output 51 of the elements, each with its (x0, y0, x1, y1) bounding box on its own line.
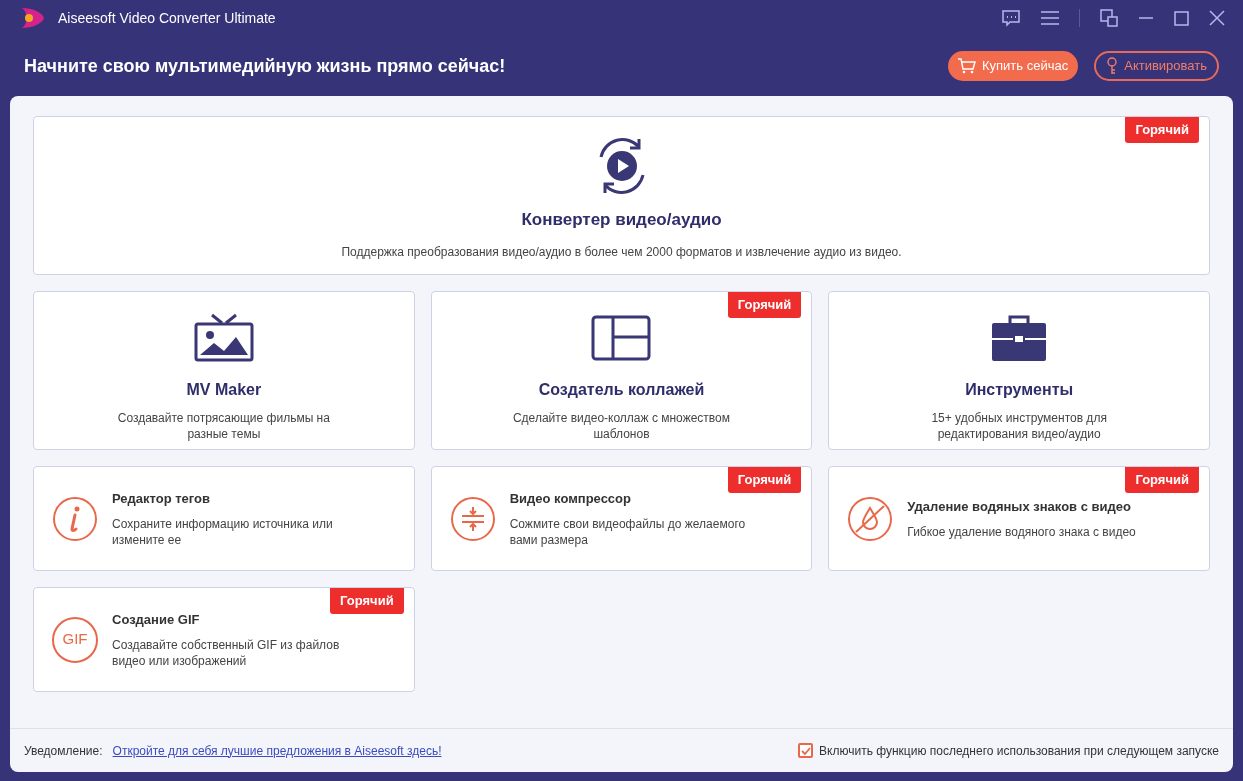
hot-badge: Горячий (727, 292, 802, 318)
toolbox-icon (990, 313, 1049, 363)
chat-icon[interactable] (1001, 9, 1021, 27)
maximize-icon[interactable] (1174, 10, 1189, 26)
card-description: Гибкое удаление водяного знака с видео (907, 524, 1137, 541)
tool-card[interactable]: Горячий Видео компрессор Сожмите свои видеофайлы до желаемого вами размера (430, 466, 813, 571)
hot-badge: Горячий (727, 467, 802, 493)
converter-card[interactable]: Горячий Конвертер видео/аудио Поддержка преобразования видео/аудио в более чем 2000 форматов и извлечение аудио из видео. (33, 116, 1210, 275)
window-title: Aiseesoft Video Converter Ultimate (58, 8, 276, 28)
cart-icon (958, 58, 976, 74)
tool-card[interactable]: Редактор тегов Сохраните информацию источника или измените ее (33, 466, 415, 571)
offers-link[interactable]: Откройте для себя лучшие предложения в Aiseesoft здесь! (112, 741, 442, 760)
tv-picture-icon (193, 313, 254, 363)
close-icon[interactable] (1209, 10, 1225, 26)
card-title: Создание GIF (112, 610, 201, 629)
hot-badge: Горячий (330, 588, 404, 614)
slogan-heading: Начните свою мультимедийную жизнь прямо сейчас! (24, 54, 506, 78)
card-description: Поддержка преобразования видео/аудио в более чем 2000 форматов и извлечение аудио из видео. (341, 243, 902, 261)
card-title: Конвертер видео/аудио (521, 209, 722, 231)
feature-card[interactable]: Горячий Создатель коллажей Сделайте видео-коллаж с множеством шаблонов (430, 291, 813, 450)
hot-badge: Горячий (1125, 467, 1199, 493)
notice-label: Уведомление: (24, 742, 103, 760)
card-title: Удаление водяных знаков с видео (907, 497, 1132, 516)
card-description: Сохраните информацию источника или измените ее (112, 516, 334, 549)
check-icon (800, 746, 811, 755)
checkbox-label: Включить функцию последнего использования при следующем запуске (819, 742, 1219, 760)
mini-window-icon[interactable] (1100, 9, 1118, 27)
hot-badge: Горячий (1125, 117, 1199, 143)
key-icon (1106, 57, 1119, 75)
info-icon (52, 495, 98, 542)
card-title: Инструменты (965, 380, 1074, 400)
layout-grid-icon (591, 315, 652, 361)
card-description: 15+ удобных инструментов для редактирования видео/аудио (930, 410, 1108, 442)
card-description: Сожмите свои видеофайлы до желаемого вами размера (509, 516, 747, 549)
card-description: Создавайте собственный GIF из файлов видео или изображений (112, 637, 341, 670)
tool-card[interactable]: Горячий GIF Создание GIF Создавайте собственный GIF из файлов видео или изображений (33, 587, 415, 692)
card-description: Создавайте потрясающие фильмы на разные темы (116, 410, 331, 442)
checkbox[interactable] (798, 743, 814, 758)
activate-button[interactable]: Активировать (1094, 51, 1219, 81)
card-title: Видео компрессор (509, 489, 632, 508)
compress-icon (449, 495, 496, 542)
gif-icon: GIF (52, 616, 98, 663)
card-title: Создатель коллажей (538, 380, 705, 400)
feature-card[interactable]: MV Maker Создавайте потрясающие фильмы на разные темы (33, 291, 415, 450)
card-title: Редактор тегов (112, 489, 212, 508)
card-title: MV Maker (186, 380, 262, 400)
card-description: Сделайте видео-коллаж с множеством шаблонов (511, 410, 731, 442)
tool-card[interactable]: Горячий Удаление водяных знаков с видео Гибкое удаление водяного знака с видео (828, 466, 1210, 571)
no-drop-icon (847, 495, 894, 542)
menu-icon[interactable] (1041, 11, 1059, 25)
feature-card[interactable]: Инструменты 15+ удобных инструментов для редактирования видео/аудио (828, 291, 1210, 450)
